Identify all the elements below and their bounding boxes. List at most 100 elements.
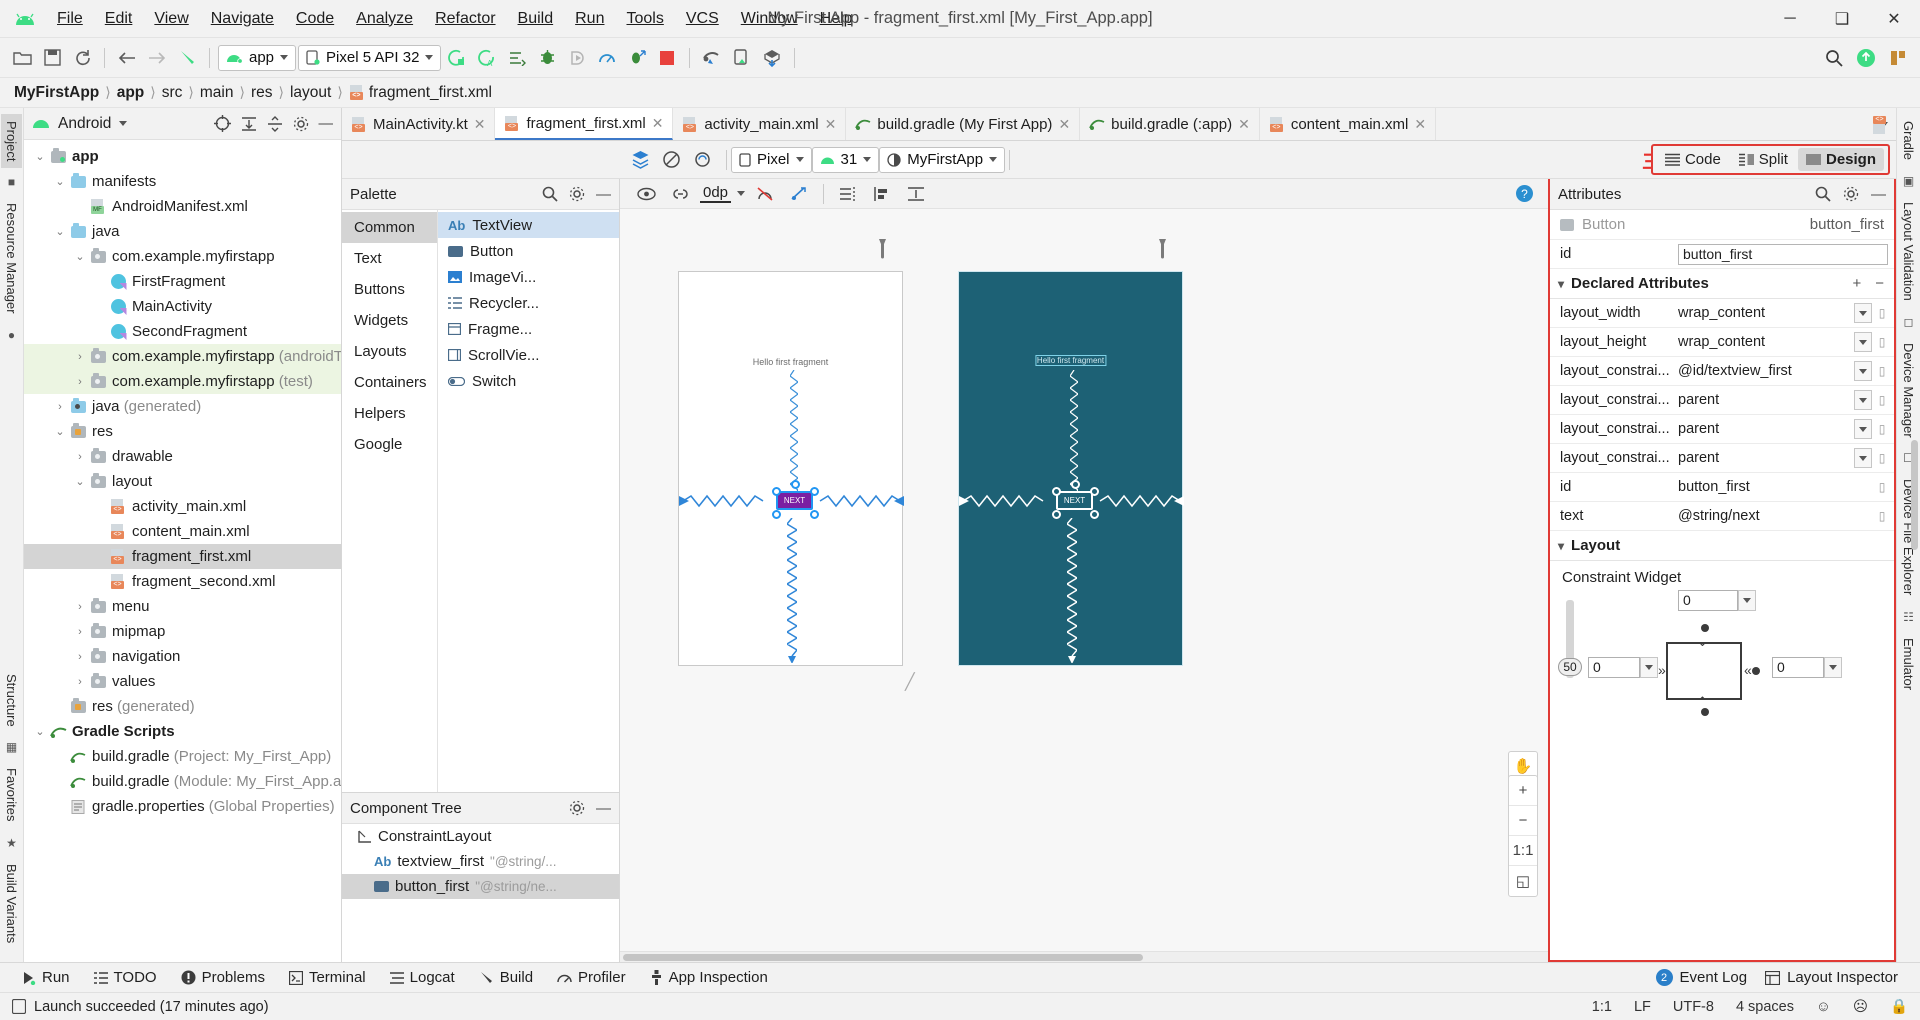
editor-tab[interactable]: build.gradle (My First App) ✕ — [846, 108, 1081, 140]
rail-tab-structure[interactable]: Structure — [1, 667, 22, 734]
project-tree-row[interactable]: ⌄ layout — [24, 469, 341, 494]
attribute-value[interactable]: wrap_content — [1678, 305, 1850, 321]
attribute-row[interactable]: layout_height wrap_content ▯ — [1550, 328, 1894, 357]
bp-resize-handle-bl[interactable] — [1052, 510, 1061, 519]
menu-analyze[interactable]: Analyze — [345, 6, 424, 32]
bottom-tab-problems[interactable]: Problems — [169, 969, 277, 986]
sdk-manager-icon[interactable] — [758, 44, 786, 72]
palette-category-layouts[interactable]: Layouts — [342, 336, 437, 367]
show-constraints-icon[interactable] — [632, 180, 660, 208]
attribute-row-id[interactable]: id button_first — [1550, 240, 1894, 269]
design-canvas[interactable]: Hello first fragment NEXT Hello first fr… — [620, 209, 1548, 951]
project-tree-row[interactable]: MainActivity — [24, 294, 341, 319]
lock-icon[interactable]: 🔒 — [1890, 998, 1908, 1015]
bottom-tab-profiler[interactable]: Profiler — [545, 969, 638, 986]
palette-category-google[interactable]: Google — [342, 429, 437, 460]
editor-tab[interactable]: build.gradle (:app) ✕ — [1080, 108, 1260, 140]
attribute-pin-icon[interactable]: ▯ — [1876, 393, 1888, 407]
tree-expand-arrow[interactable]: ⌄ — [32, 150, 48, 163]
project-tree-row[interactable]: › menu — [24, 594, 341, 619]
avatar-icon[interactable] — [1884, 44, 1912, 72]
zoom-actual-button[interactable]: 1:1 — [1509, 836, 1537, 866]
constraint-widget-box[interactable] — [1666, 642, 1742, 700]
tree-expand-arrow[interactable]: › — [72, 626, 88, 638]
left-margin-value[interactable]: 0 — [1588, 657, 1640, 678]
menu-window[interactable]: Window — [730, 6, 809, 32]
breadcrumb-res[interactable]: res — [251, 84, 273, 102]
rail-tab-emulator[interactable]: Emulator — [1898, 631, 1919, 697]
project-tree[interactable]: ⌄ app ⌄ manifests MF AndroidManifest.xml ⌄ java… — [24, 140, 341, 962]
constraint-top-anchor[interactable] — [1701, 624, 1709, 632]
caret-position[interactable]: 1:1 — [1592, 999, 1612, 1015]
constraint-widget[interactable]: 0 ⌄ ⌃ « » 50 0 0 — [1550, 590, 1894, 740]
project-tree-row[interactable]: SecondFragment — [24, 319, 341, 344]
menu-help[interactable]: Help — [809, 6, 864, 32]
tree-expand-arrow[interactable]: › — [72, 601, 88, 613]
device-preview-white[interactable]: Hello first fragment NEXT — [678, 271, 904, 666]
bp-resize-handle-tl[interactable] — [1052, 487, 1061, 496]
project-tree-row[interactable]: gradle.properties (Global Properties) — [24, 794, 341, 819]
close-tab-icon[interactable]: ✕ — [1058, 116, 1070, 133]
project-tree-row[interactable]: res (generated) — [24, 694, 341, 719]
palette-item-list[interactable]: Ab TextView Button ImageVi... Recycler... Fra… — [438, 210, 619, 792]
tree-expand-arrow[interactable]: › — [72, 451, 88, 463]
attribute-value[interactable]: parent — [1678, 392, 1850, 408]
remove-attribute-icon[interactable]: − — [1875, 275, 1884, 292]
palette-category-text[interactable]: Text — [342, 243, 437, 274]
project-settings-icon[interactable] — [293, 116, 309, 132]
editor-tab[interactable]: <> fragment_first.xml ✕ — [495, 108, 674, 140]
project-tree-row[interactable]: ⌄ com.example.myfirstapp — [24, 244, 341, 269]
design-wrench-icon-1[interactable] — [875, 239, 890, 259]
project-tree-row[interactable]: › java (generated) — [24, 394, 341, 419]
attribute-id-input[interactable]: button_first — [1678, 243, 1888, 265]
palette-item[interactable]: ScrollVie... — [438, 342, 619, 368]
tree-expand-arrow[interactable]: › — [72, 376, 88, 388]
infer-constraints-icon[interactable] — [785, 180, 813, 208]
attribute-value[interactable]: @string/next — [1678, 508, 1872, 524]
tree-expand-arrow[interactable]: ⌄ — [52, 225, 68, 238]
project-tree-row[interactable]: › com.example.myfirstapp (test) — [24, 369, 341, 394]
attributes-search-icon[interactable] — [1815, 186, 1831, 202]
anchor-top[interactable] — [791, 480, 800, 489]
close-tab-icon[interactable]: ✕ — [825, 116, 837, 133]
palette-category-widgets[interactable]: Widgets — [342, 305, 437, 336]
close-tab-icon[interactable]: ✕ — [1414, 116, 1426, 133]
minimize-button[interactable]: ─ — [1764, 0, 1816, 37]
run-profile-icon[interactable] — [623, 44, 651, 72]
tree-expand-arrow[interactable]: › — [72, 351, 88, 363]
maximize-button[interactable]: ❑ — [1816, 0, 1868, 37]
palette-category-common[interactable]: Common — [342, 212, 437, 243]
project-tree-row[interactable]: › drawable — [24, 444, 341, 469]
notification-icon[interactable] — [1852, 44, 1880, 72]
menu-refactor[interactable]: Refactor — [424, 6, 506, 32]
rail-tab-device-manager[interactable]: Device Manager — [1898, 336, 1919, 445]
default-margin-value[interactable]: 0dp — [700, 184, 732, 203]
resize-handle-bl[interactable] — [772, 510, 781, 519]
attribute-row[interactable]: layout_constrai... @id/textview_first ▯ — [1550, 357, 1894, 386]
mode-split-button[interactable]: Split — [1731, 148, 1796, 171]
device-selector[interactable]: Pixel 5 API 32 — [298, 44, 442, 71]
run-coverage-icon[interactable]: A — [473, 44, 501, 72]
resize-handle-tl[interactable] — [772, 487, 781, 496]
project-tree-row[interactable]: FirstFragment — [24, 269, 341, 294]
debug-icon[interactable] — [533, 44, 561, 72]
tree-expand-arrow[interactable]: ⌄ — [72, 475, 88, 488]
bottom-tab-todo[interactable]: TODO — [82, 969, 169, 986]
project-tree-row[interactable]: <> fragment_second.xml — [24, 569, 341, 594]
preview-button-widget[interactable]: NEXT — [776, 491, 813, 510]
attribute-row[interactable]: layout_constrai... parent ▯ — [1550, 386, 1894, 415]
attribute-dropdown-icon[interactable] — [1854, 448, 1872, 468]
attribute-pin-icon[interactable]: ▯ — [1876, 422, 1888, 436]
left-margin-dropdown-icon[interactable] — [1640, 657, 1658, 678]
help-icon[interactable]: ? — [1515, 184, 1534, 203]
project-tree-row[interactable]: › navigation — [24, 644, 341, 669]
attribute-pin-icon[interactable]: ▯ — [1876, 451, 1888, 465]
project-tree-row[interactable]: ⌄ java — [24, 219, 341, 244]
orientation-icon[interactable] — [688, 146, 716, 174]
breadcrumb-file[interactable]: fragment_first.xml — [369, 84, 492, 102]
attribute-pin-icon[interactable]: ▯ — [1876, 509, 1888, 523]
bottom-tab-terminal[interactable]: Terminal — [277, 969, 378, 986]
project-view-chevron-icon[interactable] — [119, 121, 128, 126]
palette-category-list[interactable]: Common Text Buttons Widgets Layouts Container… — [342, 210, 438, 792]
mode-code-button[interactable]: Code — [1657, 148, 1729, 171]
